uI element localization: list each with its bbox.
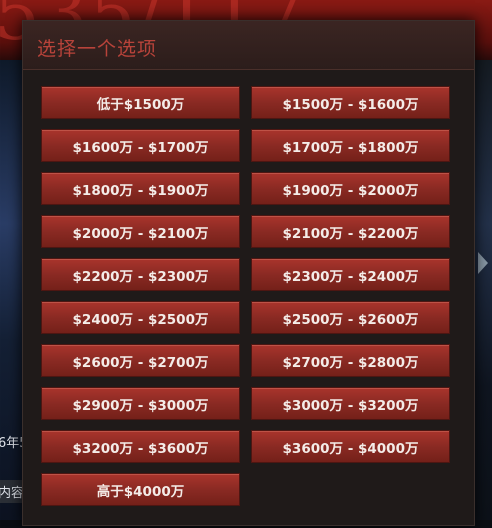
option-button[interactable]: $2600万 - $2700万 — [41, 344, 240, 377]
background-left-image — [0, 60, 24, 528]
option-button[interactable]: $2200万 - $2300万 — [41, 258, 240, 291]
option-button[interactable]: $3000万 - $3200万 — [251, 387, 450, 420]
option-button[interactable]: $1600万 - $1700万 — [41, 129, 240, 162]
option-button[interactable]: $2100万 - $2200万 — [251, 215, 450, 248]
option-button[interactable]: $1900万 - $2000万 — [251, 172, 450, 205]
option-button[interactable]: $3200万 - $3600万 — [41, 430, 240, 463]
option-button[interactable]: 低于$1500万 — [41, 86, 240, 119]
option-button[interactable]: $2900万 - $3000万 — [41, 387, 240, 420]
option-button[interactable]: $2300万 - $2400万 — [251, 258, 450, 291]
option-button[interactable]: $1500万 - $1600万 — [251, 86, 450, 119]
dialog-header: 选择一个选项 — [23, 21, 474, 70]
option-button[interactable]: $2700万 - $2800万 — [251, 344, 450, 377]
option-button[interactable]: $1800万 - $1900万 — [41, 172, 240, 205]
options-grid: 低于$1500万 $1500万 - $1600万 $1600万 - $1700万… — [41, 86, 450, 506]
option-button[interactable]: $2000万 - $2100万 — [41, 215, 240, 248]
option-button[interactable]: 高于$4000万 — [41, 473, 240, 506]
dialog-title: 选择一个选项 — [37, 38, 158, 60]
option-button[interactable]: $1700万 - $1800万 — [251, 129, 450, 162]
option-button[interactable]: $2500万 - $2600万 — [251, 301, 450, 334]
option-button[interactable]: $2400万 - $2500万 — [41, 301, 240, 334]
option-button[interactable]: $3600万 - $4000万 — [251, 430, 450, 463]
carousel-next-arrow-icon[interactable] — [478, 252, 488, 274]
background-right-image — [472, 60, 492, 528]
